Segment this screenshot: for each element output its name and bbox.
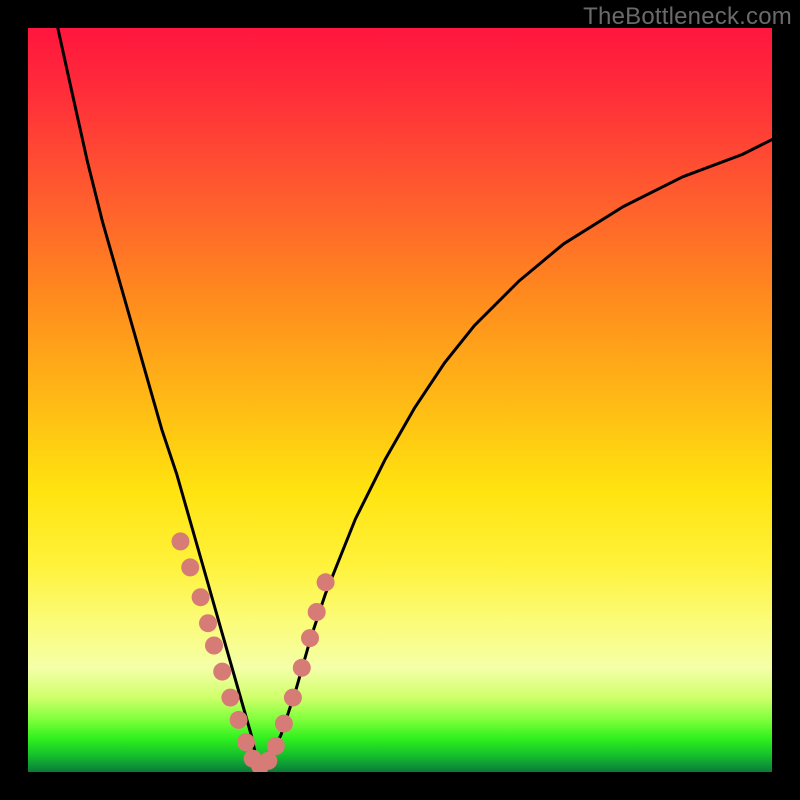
data-marker [267,737,285,755]
curve-line [58,28,772,768]
plot-area [28,28,772,772]
marker-group [172,532,335,772]
data-marker [199,614,217,632]
data-marker [205,637,223,655]
data-marker [284,689,302,707]
data-marker [237,733,255,751]
chart-svg [28,28,772,772]
bottleneck-curve-path [58,28,772,768]
data-marker [213,663,231,681]
data-marker [317,573,335,591]
data-marker [230,711,248,729]
data-marker [293,659,311,677]
data-marker [275,715,293,733]
watermark-text: TheBottleneck.com [583,3,792,31]
data-marker [308,603,326,621]
data-marker [181,558,199,576]
data-marker [301,629,319,647]
chart-frame: TheBottleneck.com [0,0,800,800]
data-marker [172,532,190,550]
data-marker [192,588,210,606]
data-marker [221,689,239,707]
